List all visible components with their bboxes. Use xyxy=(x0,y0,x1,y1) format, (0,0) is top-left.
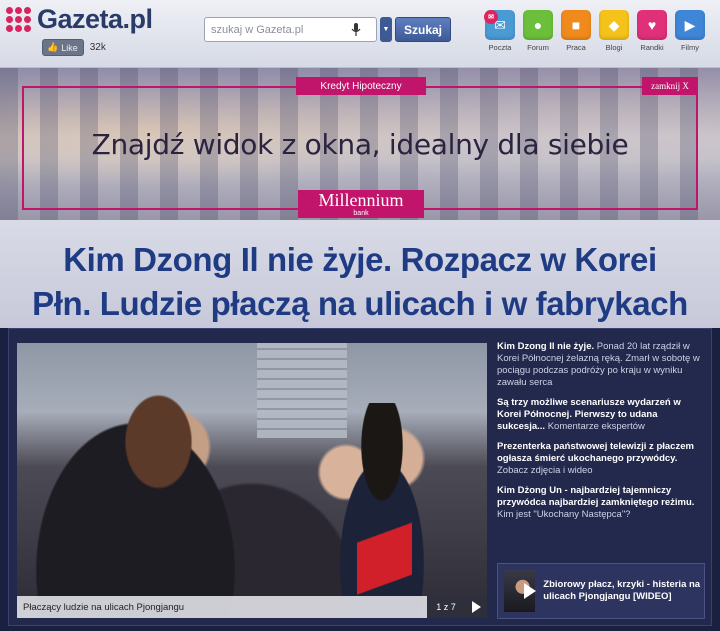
millennium-brand: Millennium xyxy=(318,190,404,210)
headline-line-1: Kim Dzong Il nie żyje. Rozpacz w Korei xyxy=(63,241,657,278)
search-input[interactable] xyxy=(211,23,351,36)
like-count: 32k xyxy=(89,42,106,53)
headline-line-2: Płn. Ludzie płaczą na ulicach i w fabryk… xyxy=(32,285,688,322)
heart-icon: ♥ xyxy=(637,10,667,40)
logo-text: Gazeta.pl xyxy=(37,4,153,34)
service-label: Filmy xyxy=(681,43,699,52)
play-icon: ▶ xyxy=(675,10,705,40)
photo-crying-woman xyxy=(32,383,262,618)
news-list: Kim Dzong Il nie żyje. Ponad 20 lat rząd… xyxy=(497,341,707,529)
main-headline[interactable]: Kim Dzong Il nie żyje. Rozpacz w Korei P… xyxy=(0,238,720,326)
banner-close-button[interactable]: zamknij X xyxy=(642,77,698,95)
top-bar: Gazeta.pl 👍 Like 32k ▼ Szukaj ✉ ✉ Poczta ●… xyxy=(0,0,720,68)
news-item-summary: Kim jest "Ukochany Następca"? xyxy=(497,509,631,520)
service-label: Praca xyxy=(566,43,586,52)
service-icons: ✉ Poczta ● Forum ■ Praca ◆ Blogi ♥ Randki ▶ Filmy xyxy=(484,10,706,52)
logo-dots-icon xyxy=(6,7,31,32)
ad-banner[interactable]: Kredyt Hipoteczny zamknij X Znajdź widok… xyxy=(0,68,720,220)
service-filmy[interactable]: ▶ Filmy xyxy=(674,10,706,52)
service-label: Forum xyxy=(527,43,549,52)
service-label: Blogi xyxy=(605,43,623,52)
news-item[interactable]: Prezenterka państwowej telewizji z płacz… xyxy=(497,441,707,477)
news-item-title: Kim Dżong Un - najbardziej tajemniczy pr… xyxy=(497,485,695,508)
news-item-title: Prezenterka państwowej telewizji z płacz… xyxy=(497,441,694,464)
briefcase-icon: ■ xyxy=(561,10,591,40)
play-icon xyxy=(524,583,536,599)
news-item-summary: Zobacz zdjęcia i wideo xyxy=(497,465,593,476)
search-button[interactable]: Szukaj xyxy=(395,17,452,42)
site-logo[interactable]: Gazeta.pl xyxy=(6,4,153,35)
service-blogi[interactable]: ◆ Blogi xyxy=(598,10,630,52)
like-label: Like xyxy=(61,42,78,53)
main-panel: Płaczący ludzie na ulicach Pjongjangu 1 … xyxy=(8,328,712,626)
photo-caption: Płaczący ludzie na ulicach Pjongjangu xyxy=(17,596,427,618)
news-item-summary: Komentarze ekspertów xyxy=(545,421,645,432)
news-item[interactable]: Są trzy możliwe scenariusze wydarzeń w K… xyxy=(497,397,707,433)
service-forum[interactable]: ● Forum xyxy=(522,10,554,52)
service-praca[interactable]: ■ Praca xyxy=(560,10,592,52)
search-scope-dropdown[interactable]: ▼ xyxy=(380,17,392,42)
play-arrow-icon xyxy=(472,601,481,613)
gallery-photo[interactable]: Płaczący ludzie na ulicach Pjongjangu 1 … xyxy=(17,343,487,618)
video-thumbnail[interactable] xyxy=(504,570,536,612)
millennium-logo: Millennium bank xyxy=(298,190,424,218)
gallery-next-button[interactable] xyxy=(465,596,487,618)
mail-notification-badge: ✉ xyxy=(484,10,498,24)
banner-slogan: Znajdź widok z okna, idealny dla siebie xyxy=(91,128,629,161)
video-teaser[interactable]: Zbiorowy płacz, krzyki - histeria na uli… xyxy=(497,563,705,619)
search-box xyxy=(204,17,377,42)
news-item[interactable]: Kim Dżong Un - najbardziej tajemniczy pr… xyxy=(497,485,707,521)
news-item-title: Kim Dzong Il nie żyje. xyxy=(497,341,595,352)
service-label: Poczta xyxy=(488,43,512,52)
service-label: Randki xyxy=(640,43,664,52)
news-item[interactable]: Kim Dzong Il nie żyje. Ponad 20 lat rząd… xyxy=(497,341,707,389)
thumbs-up-icon: 👍 xyxy=(47,42,59,52)
video-title[interactable]: Zbiorowy płacz, krzyki - histeria na uli… xyxy=(543,579,704,603)
search-bar: ▼ Szukaj xyxy=(204,17,452,42)
chat-bubble-icon: ● xyxy=(523,10,553,40)
blog-icon: ◆ xyxy=(599,10,629,40)
like-button[interactable]: 👍 Like xyxy=(42,39,84,56)
like-widget: 👍 Like 32k xyxy=(42,39,106,56)
headline-area: Kim Dzong Il nie żyje. Rozpacz w Korei P… xyxy=(0,220,720,328)
chevron-down-icon: ▼ xyxy=(382,26,390,33)
photo-counter: 1 z 7 xyxy=(427,596,465,618)
millennium-sub: bank xyxy=(353,210,369,217)
banner-tag: Kredyt Hipoteczny xyxy=(296,77,426,95)
service-randki[interactable]: ♥ Randki xyxy=(636,10,668,52)
microphone-icon[interactable] xyxy=(351,22,361,37)
